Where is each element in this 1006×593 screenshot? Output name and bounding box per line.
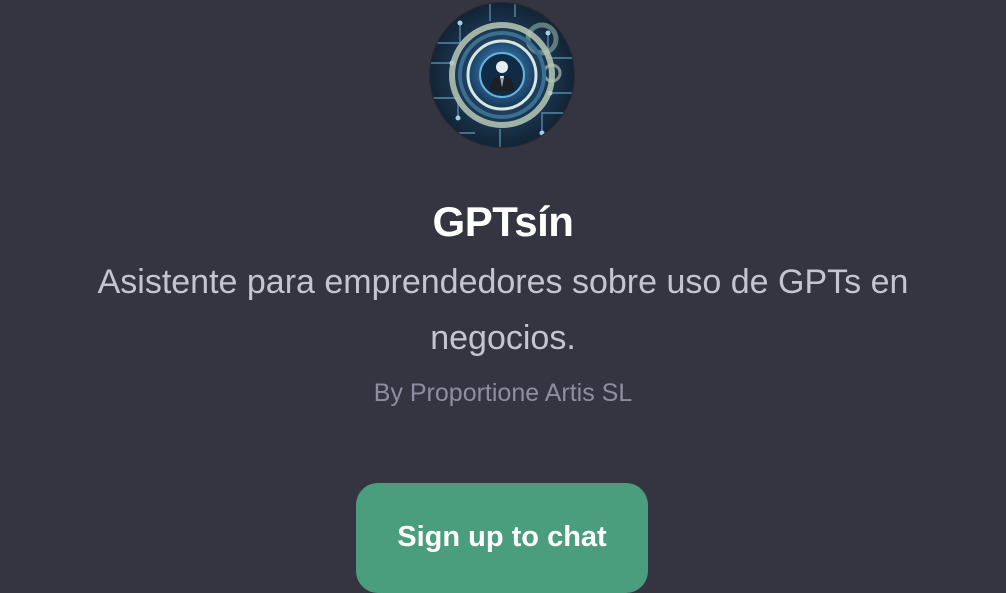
- sign-up-to-chat-button[interactable]: Sign up to chat: [356, 483, 648, 593]
- gpt-avatar: [430, 3, 574, 147]
- sign-up-button-label: Sign up to chat: [397, 521, 607, 553]
- gpt-description: Asistente para emprendedores sobre uso d…: [97, 263, 909, 357]
- gpt-author: By Proportione Artis SL: [373, 379, 633, 407]
- gpt-title: GPTsín: [432, 198, 574, 245]
- gpt-landing-page: GPTsín Asistente para emprendedores sobr…: [0, 0, 1006, 593]
- business-person-circuit-icon: [430, 3, 574, 147]
